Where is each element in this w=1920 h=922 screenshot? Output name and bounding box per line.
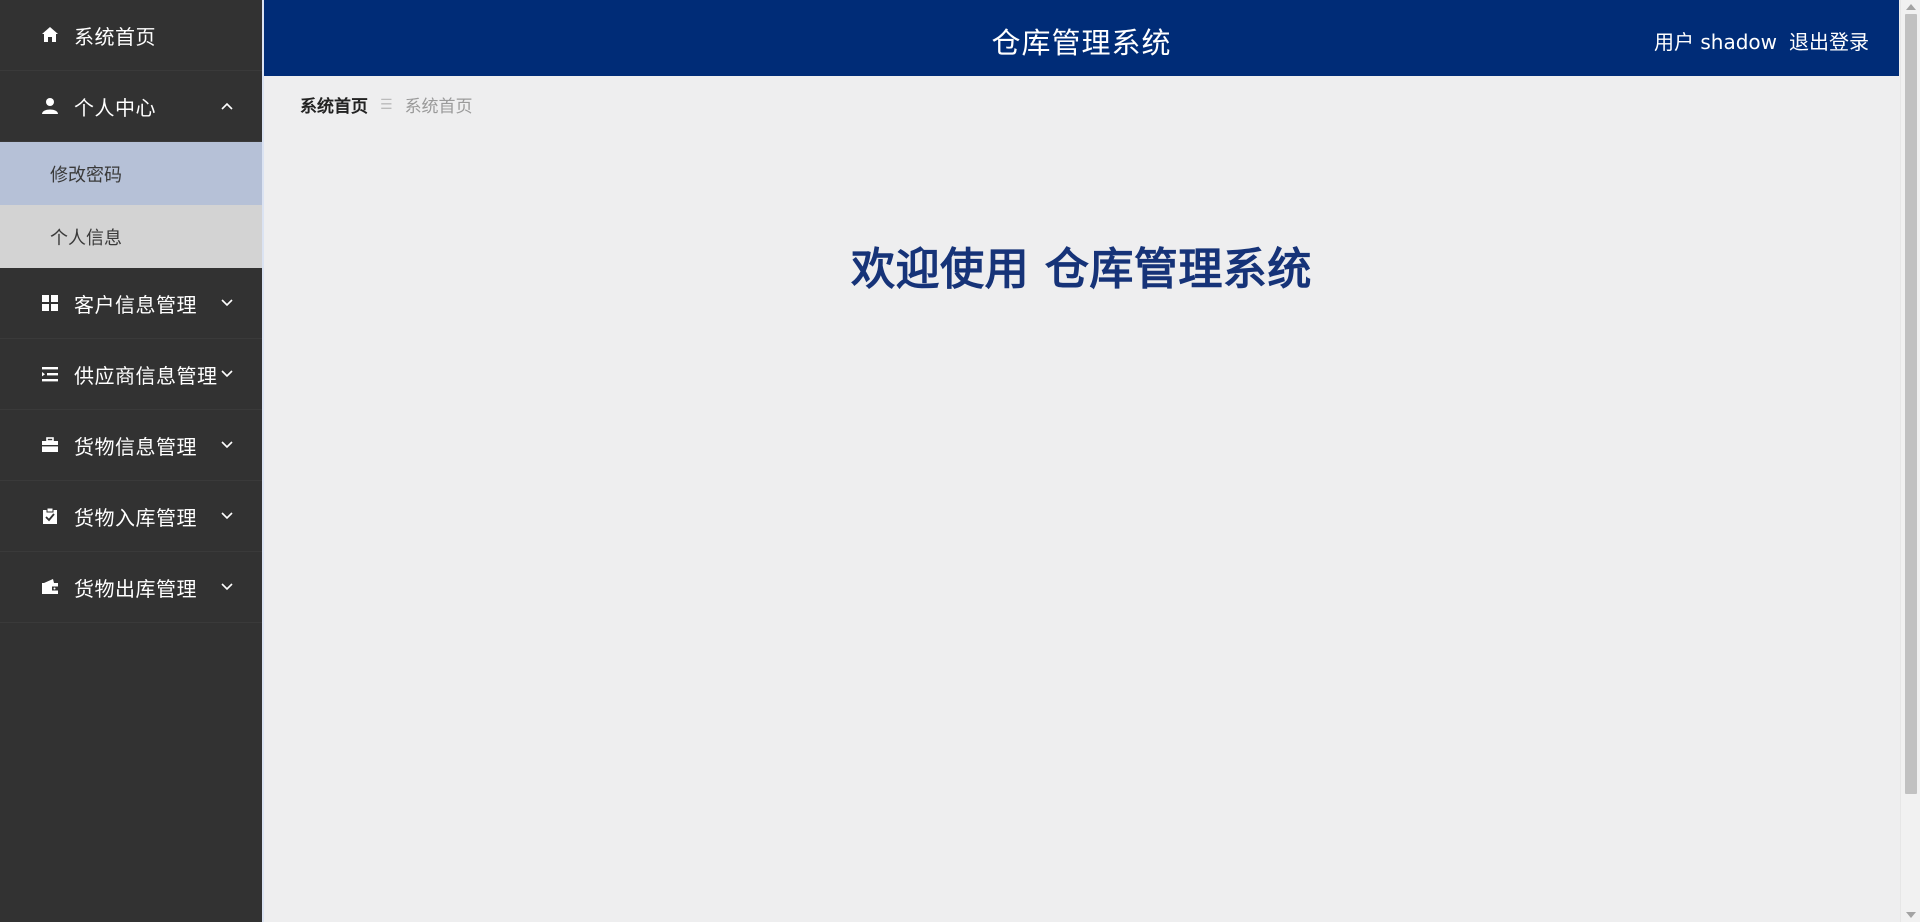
sidebar-divider	[262, 0, 264, 922]
sidebar-item-outbound-management[interactable]: 货物出库管理	[0, 552, 262, 623]
sidebar-item-home[interactable]: 系统首页	[0, 0, 262, 71]
user-icon	[40, 96, 60, 116]
sidebar-item-customer-management[interactable]: 客户信息管理	[0, 268, 262, 339]
breadcrumb-home-link[interactable]: 系统首页	[300, 92, 368, 117]
sidebar: 系统首页 个人中心 修改密码 个人信息 客户信息管理 供应商信息管理 货物信息管…	[0, 0, 262, 922]
sidebar-item-personal-center[interactable]: 个人中心	[0, 71, 262, 142]
clipboard-check-icon	[40, 506, 60, 526]
wallet-icon	[40, 577, 60, 597]
sidebar-item-supplier-management[interactable]: 供应商信息管理	[0, 339, 262, 410]
chevron-down-icon	[220, 580, 234, 594]
welcome-heading: 欢迎使用 仓库管理系统	[851, 244, 1312, 295]
chevron-down-icon	[220, 296, 234, 310]
sidebar-item-label: 客户信息管理	[74, 292, 197, 317]
sidebar-item-label: 货物出库管理	[74, 576, 197, 601]
sidebar-item-goods-management[interactable]: 货物信息管理	[0, 410, 262, 481]
chevron-down-icon	[220, 367, 234, 381]
submenu-item-personal-info[interactable]: 个人信息	[0, 205, 262, 268]
scroll-thumb[interactable]	[1905, 14, 1917, 794]
breadcrumb-current: 系统首页	[404, 97, 473, 117]
chevron-up-icon	[220, 99, 234, 113]
chevron-down-icon	[220, 509, 234, 523]
logout-link[interactable]: 退出登录	[1789, 26, 1869, 55]
home-icon	[40, 25, 60, 45]
sidebar-item-inbound-management[interactable]: 货物入库管理	[0, 481, 262, 552]
chevron-down-icon	[220, 438, 234, 452]
briefcase-icon	[40, 435, 60, 455]
scroll-down-arrow-icon[interactable]	[1906, 912, 1916, 918]
header-user-area: 用户 shadow 退出登录	[1654, 26, 1869, 55]
grid-icon	[40, 293, 60, 313]
sidebar-item-label: 个人中心	[74, 95, 156, 120]
top-header: 仓库管理系统 用户 shadow 退出登录	[264, 0, 1899, 76]
page-scrollbar[interactable]	[1900, 0, 1920, 922]
breadcrumb: 系统首页 ☰ 系统首页	[300, 92, 473, 118]
sidebar-item-label: 货物入库管理	[74, 505, 197, 530]
submenu-item-change-password[interactable]: 修改密码	[0, 142, 262, 205]
sidebar-item-label: 货物信息管理	[74, 434, 197, 459]
sidebar-item-label: 供应商信息管理	[74, 363, 218, 388]
breadcrumb-separator-icon: ☰	[380, 96, 393, 113]
list-icon	[40, 364, 60, 384]
current-user-label: 用户 shadow	[1654, 30, 1777, 54]
sidebar-item-label: 系统首页	[74, 24, 156, 49]
scroll-up-arrow-icon[interactable]	[1906, 4, 1916, 10]
